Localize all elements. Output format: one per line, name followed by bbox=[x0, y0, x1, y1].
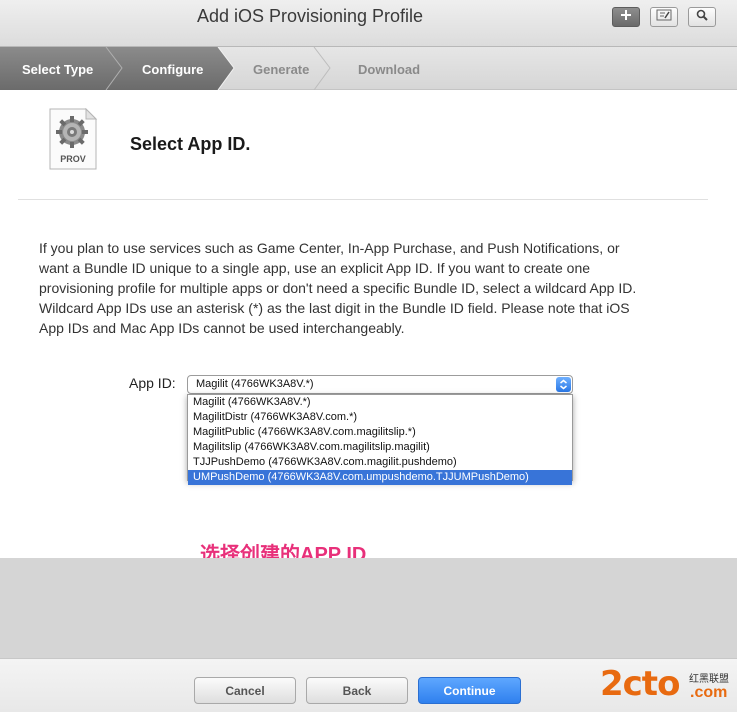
edit-icon bbox=[656, 8, 672, 26]
add-button[interactable] bbox=[612, 7, 640, 27]
select-arrows-icon bbox=[556, 377, 571, 392]
content-footer-band bbox=[0, 558, 737, 658]
watermark-small-text: 红黑联盟 bbox=[689, 674, 729, 685]
watermark-text: 2cto bbox=[600, 664, 680, 704]
dropdown-option[interactable]: TJJPushDemo (4766WK3A8V.com.magilit.push… bbox=[188, 455, 572, 470]
app-id-select[interactable]: Magilit (4766WK3A8V.*) bbox=[187, 375, 573, 394]
step-progress-bar: Select Type Configure Generate Download bbox=[0, 47, 737, 90]
page-heading: Select App ID. bbox=[130, 134, 251, 154]
app-id-selected-value: Magilit (4766WK3A8V.*) bbox=[196, 378, 314, 390]
dropdown-option[interactable]: MagilitDistr (4766WK3A8V.com.*) bbox=[188, 410, 572, 425]
back-button[interactable]: Back bbox=[306, 677, 408, 704]
search-icon bbox=[696, 8, 708, 26]
step-download: Download bbox=[358, 62, 421, 77]
continue-button[interactable]: Continue bbox=[418, 677, 521, 704]
app-id-description: If you plan to use services such as Game… bbox=[39, 240, 637, 336]
dropdown-option-highlighted[interactable]: UMPushDemo (4766WK3A8V.com.umpushdemo.TJ… bbox=[188, 470, 572, 485]
watermark-domain: .com bbox=[690, 684, 728, 701]
plus-icon bbox=[620, 8, 632, 26]
search-button[interactable] bbox=[688, 7, 716, 27]
dropdown-option[interactable]: Magilit (4766WK3A8V.*) bbox=[188, 395, 572, 410]
window-title: Add iOS Provisioning Profile bbox=[196, 6, 424, 26]
dropdown-option[interactable]: MagilitPublic (4766WK3A8V.com.magilitsli… bbox=[188, 425, 572, 440]
cancel-button[interactable]: Cancel bbox=[194, 677, 296, 704]
provisioning-profile-icon: PROV bbox=[48, 107, 98, 175]
edit-button[interactable] bbox=[650, 7, 678, 27]
prov-icon-label: PROV bbox=[60, 154, 86, 164]
app-id-label: App ID: bbox=[129, 375, 176, 391]
divider bbox=[18, 199, 708, 200]
dropdown-option[interactable]: Magilitslip (4766WK3A8V.com.magilitslip.… bbox=[188, 440, 572, 455]
step-configure: Configure bbox=[142, 62, 204, 77]
step-select-type: Select Type bbox=[22, 62, 94, 77]
app-id-dropdown: Magilit (4766WK3A8V.*) MagilitDistr (476… bbox=[187, 394, 573, 485]
step-generate: Generate bbox=[253, 62, 310, 77]
title-bar: Add iOS Provisioning Profile bbox=[0, 0, 737, 47]
